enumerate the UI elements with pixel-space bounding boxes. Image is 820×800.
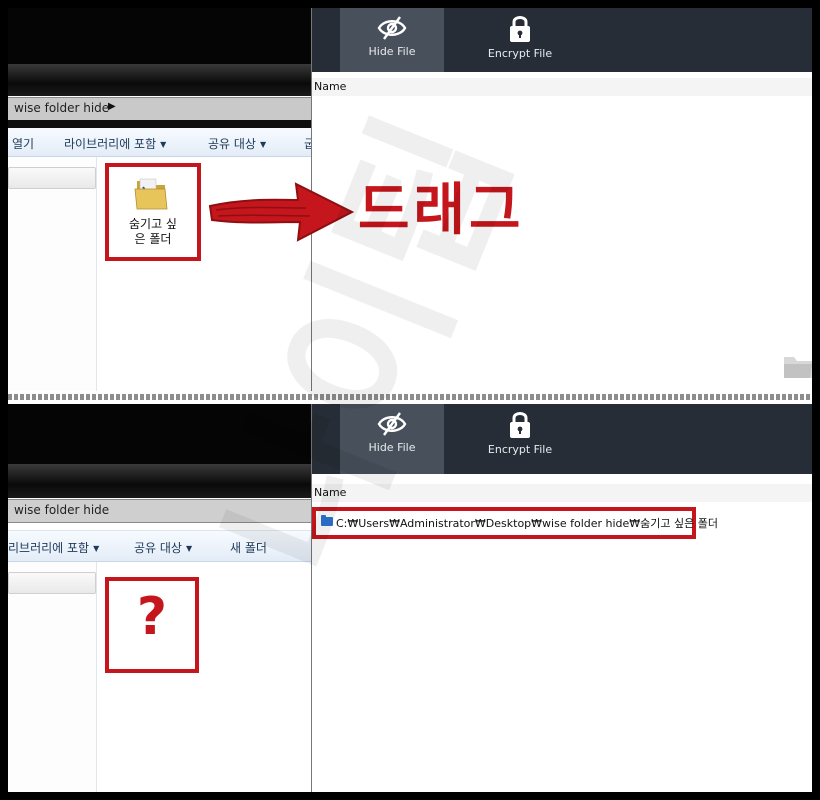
folder-icon [321, 515, 333, 526]
name-column-header[interactable]: Name [312, 484, 812, 502]
column-header-label: Name [314, 486, 347, 499]
explorer-nav-bar [8, 64, 311, 96]
explorer-toolbar: 리브러리에 포함 ▼ 공유 대상 ▼ 새 폴더 [8, 530, 311, 562]
column-header-label: Name [314, 80, 347, 93]
explorer-separator [8, 120, 311, 128]
drag-arrow-icon [208, 182, 355, 242]
panel-divider [8, 394, 812, 400]
folder-label-line2: 은 폴더 [134, 232, 172, 246]
address-path: wise folder hide [14, 101, 110, 115]
name-column-header[interactable]: Name [312, 78, 812, 96]
tab-label: Encrypt File [487, 47, 553, 60]
folder-icon [784, 357, 812, 378]
hidden-item-path: C:₩Users₩Administrator₩Desktop₩wise fold… [336, 517, 719, 530]
toolbar-label: 열기 [12, 137, 35, 151]
tab-encrypt-file[interactable]: Encrypt File [460, 8, 580, 72]
tab-label: Encrypt File [487, 443, 553, 456]
toolbar-new-folder-button[interactable]: 새 폴더 [230, 539, 267, 556]
explorer-title-area [8, 404, 311, 464]
explorer-window: wise folder hide 리브러리에 포함 ▼ 공유 대상 ▼ 새 폴더 ? [8, 404, 311, 792]
address-bar[interactable]: wise folder hide [8, 499, 311, 523]
navigation-pane-item[interactable] [8, 167, 96, 189]
folder-to-hide-item[interactable]: 숨기고 싶 은 폴더 [105, 163, 201, 261]
eye-slash-icon [377, 412, 407, 436]
toolbar-label: 공유 대상 [208, 137, 256, 151]
tab-hide-file[interactable]: Hide File [340, 8, 444, 72]
wise-header-bar: Hide File Encrypt File [312, 8, 812, 72]
hidden-folder-placeholder: ? [105, 577, 199, 673]
explorer-toolbar: 열기 라이브러리에 포함 ▼ 공유 대상 ▼ 굽 [8, 128, 311, 157]
wise-folder-hide-window: Hide File Encrypt File Name C:₩Users₩Adm… [311, 404, 812, 792]
toolbar-include-library-button[interactable]: 리브러리에 포함 ▼ [8, 539, 99, 556]
caret-down-icon: ▼ [259, 140, 267, 149]
toolbar-label: 새 폴더 [230, 541, 267, 555]
toolbar-label: 라이브러리에 포함 [64, 137, 157, 151]
folder-label-line1: 숨기고 싶 [129, 217, 177, 231]
caret-down-icon: ▼ [185, 544, 193, 553]
folder-label: 숨기고 싶 은 폴더 [109, 217, 197, 247]
lock-icon [510, 412, 530, 438]
folder-icon [134, 178, 168, 210]
question-mark: ? [136, 587, 168, 647]
hidden-item-row[interactable]: C:₩Users₩Administrator₩Desktop₩wise fold… [312, 507, 718, 539]
top-panel: wise folder hide ▶ 열기 라이브러리에 포함 ▼ 공유 대상 ▼ … [8, 8, 812, 391]
eye-slash-icon [377, 16, 407, 40]
toolbar-share-button[interactable]: 공유 대상 ▼ [134, 539, 192, 556]
toolbar-label: 리브러리에 포함 [8, 541, 90, 555]
toolbar-open-button[interactable]: 열기 [12, 135, 34, 152]
navigation-pane [8, 157, 97, 391]
chevron-right-icon[interactable]: ▶ [108, 101, 116, 112]
toolbar-label: 공유 대상 [134, 541, 182, 555]
drag-annotation: 드래그 [358, 178, 525, 243]
tab-label: Hide File [368, 441, 416, 454]
wise-header-bar: Hide File Encrypt File [312, 404, 812, 474]
navigation-pane [8, 562, 97, 792]
screenshot-frame: wise folder hide ▶ 열기 라이브러리에 포함 ▼ 공유 대상 ▼ … [8, 8, 812, 792]
explorer-title-area [8, 8, 311, 64]
caret-down-icon: ▼ [160, 140, 167, 149]
lock-icon [510, 16, 530, 42]
toolbar-include-library-button[interactable]: 라이브러리에 포함 ▼ [64, 135, 166, 152]
tab-label: Hide File [368, 45, 416, 58]
tab-encrypt-file[interactable]: Encrypt File [460, 404, 580, 474]
navigation-pane-item[interactable] [8, 572, 96, 594]
toolbar-share-button[interactable]: 공유 대상 ▼ [208, 135, 266, 152]
toolbar-burn-button[interactable]: 굽 [304, 135, 311, 152]
tab-hide-file[interactable]: Hide File [340, 404, 444, 474]
bottom-panel: wise folder hide 리브러리에 포함 ▼ 공유 대상 ▼ 새 폴더 ? [8, 404, 812, 792]
toolbar-label: 굽 [304, 137, 311, 151]
explorer-nav-bar [8, 464, 311, 498]
address-bar[interactable]: wise folder hide ▶ [8, 97, 311, 121]
caret-down-icon: ▼ [93, 544, 100, 553]
address-path: wise folder hide [14, 503, 110, 517]
